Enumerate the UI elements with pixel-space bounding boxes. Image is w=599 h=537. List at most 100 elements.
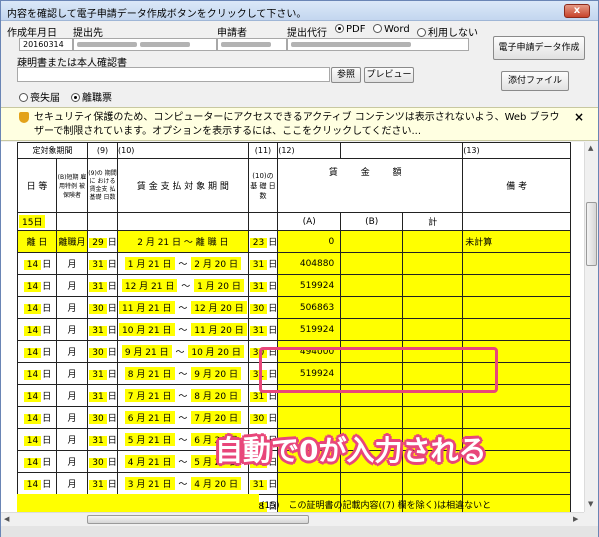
row-day[interactable]: 14	[23, 348, 42, 358]
row-basis-days[interactable]: 31	[89, 480, 107, 490]
row-basis-days[interactable]: 31	[89, 260, 107, 270]
row-days[interactable]: 30	[249, 304, 268, 314]
row-period-to[interactable]: 2 月 20 日	[191, 257, 241, 270]
radio-lost[interactable]: 喪失届	[19, 89, 60, 104]
row-note[interactable]	[462, 472, 572, 495]
destination-field[interactable]	[73, 38, 217, 51]
row-wage-b[interactable]	[340, 406, 404, 429]
row-day[interactable]: 14	[23, 282, 42, 292]
row-period-to[interactable]: 11 月 20 日	[191, 323, 247, 336]
row-period-from[interactable]: 8 月 21 日	[124, 367, 175, 380]
sep-note[interactable]: 未計算	[462, 230, 572, 253]
scroll-right-icon[interactable]: ▶	[573, 515, 578, 523]
row-days[interactable]: 31	[249, 282, 268, 292]
row-period-to[interactable]: 8 月 20 日	[191, 389, 241, 402]
row-note[interactable]	[462, 274, 572, 297]
row-period-from[interactable]: 3 月 21 日	[124, 477, 175, 490]
row-period-from[interactable]: 6 月 21 日	[124, 411, 175, 424]
close-button[interactable]: x	[564, 4, 590, 18]
row-day[interactable]: 14	[23, 304, 42, 314]
row-wage-b[interactable]	[340, 274, 404, 297]
row-period-from[interactable]: 9 月 21 日	[121, 345, 172, 358]
row-day[interactable]: 14	[23, 326, 42, 336]
row-wage-a[interactable]: 519924	[277, 318, 342, 341]
date-field[interactable]: 20160314	[19, 38, 73, 51]
bottom-field[interactable]	[17, 494, 259, 512]
radio-separation[interactable]: 離職票	[71, 89, 112, 104]
row-days[interactable]: 31	[249, 326, 268, 336]
row-wage-b[interactable]	[340, 296, 404, 319]
row-day[interactable]: 14	[23, 414, 42, 424]
sep-basis-days[interactable]: 29	[89, 238, 107, 248]
radio-word[interactable]: Word	[373, 24, 410, 35]
row-wage-total[interactable]	[402, 274, 464, 297]
row-period-from[interactable]: 7 月 21 日	[124, 389, 175, 402]
row-period-from[interactable]: 4 月 21 日	[124, 455, 175, 468]
row-note[interactable]	[462, 406, 572, 429]
row-days[interactable]: 31	[249, 260, 268, 270]
row-day[interactable]: 14	[23, 436, 42, 446]
row-basis-days[interactable]: 31	[89, 370, 107, 380]
browse-button[interactable]: 参照	[331, 67, 361, 83]
proof-document-input[interactable]	[17, 67, 330, 82]
row-period-from[interactable]: 5 月 21 日	[124, 433, 175, 446]
row-basis-days[interactable]: 30	[89, 348, 107, 358]
sep-wage-total[interactable]	[402, 230, 464, 253]
row-wage-a[interactable]: 404880	[277, 252, 342, 275]
sep-days[interactable]: 23	[249, 238, 268, 248]
row-wage-b[interactable]	[340, 318, 404, 341]
row-period-from[interactable]: 12 月 21 日	[121, 279, 178, 292]
row-day[interactable]: 14	[23, 480, 42, 490]
row-period-to[interactable]: 7 月 20 日	[191, 411, 241, 424]
row-period-to[interactable]: 1 月 20 日	[194, 279, 244, 292]
row-period-from[interactable]: 10 月 21 日	[119, 323, 175, 336]
sep-wage-a[interactable]: 0	[277, 230, 342, 253]
row-basis-days[interactable]: 30	[89, 414, 107, 424]
row-note[interactable]	[462, 252, 572, 275]
row-wage-a[interactable]: 519924	[277, 274, 342, 297]
radio-pdf[interactable]: PDF	[335, 24, 365, 35]
row-wage-a[interactable]	[277, 406, 342, 429]
field-15[interactable]: 15日	[19, 215, 46, 228]
row-wage-total[interactable]	[402, 472, 464, 495]
infobar-close-icon[interactable]: ×	[574, 110, 584, 124]
row-wage-total[interactable]	[402, 318, 464, 341]
row-days[interactable]: 31	[249, 480, 268, 490]
scroll-up-icon[interactable]: ▲	[588, 144, 593, 152]
row-period-to[interactable]: 12 月 20 日	[191, 301, 247, 314]
row-basis-days[interactable]: 31	[89, 282, 107, 292]
row-period-to[interactable]: 10 月 20 日	[188, 345, 244, 358]
sep-day[interactable]: 離 日	[17, 230, 57, 253]
preview-button[interactable]: プレビュー	[364, 67, 414, 83]
agent-field[interactable]	[287, 38, 469, 51]
radio-none[interactable]: 利用しない	[417, 24, 478, 39]
row-wage-b[interactable]	[340, 252, 404, 275]
row-note[interactable]	[462, 296, 572, 319]
horizontal-scrollbar[interactable]: ◀ ▶	[1, 512, 584, 526]
row-period-to[interactable]: 9 月 20 日	[191, 367, 241, 380]
scroll-down-icon[interactable]: ▼	[588, 500, 593, 508]
row-day[interactable]: 14	[23, 392, 42, 402]
row-wage-total[interactable]	[402, 296, 464, 319]
horizontal-scroll-thumb[interactable]	[87, 515, 309, 524]
row-days[interactable]: 31	[249, 392, 268, 402]
sep-wage-b[interactable]	[340, 230, 404, 253]
row-day[interactable]: 14	[23, 370, 42, 380]
row-period-from[interactable]: 1 月 21 日	[124, 257, 175, 270]
row-period-to[interactable]: 4 月 20 日	[191, 477, 241, 490]
row-basis-days[interactable]: 30	[89, 458, 107, 468]
row-wage-total[interactable]	[402, 252, 464, 275]
attach-file-button[interactable]: 添付ファイル	[501, 71, 569, 91]
security-infobar[interactable]: セキュリティ保護のため、コンピューターにアクセスできるアクティブ コンテンツは表…	[1, 107, 598, 141]
row-period-from[interactable]: 11 月 21 日	[119, 301, 175, 314]
row-wage-b[interactable]	[340, 472, 404, 495]
row-wage-a[interactable]: 506863	[277, 296, 342, 319]
row-wage-total[interactable]	[402, 406, 464, 429]
row-basis-days[interactable]: 30	[89, 304, 107, 314]
vertical-scrollbar[interactable]: ▲ ▼	[584, 142, 598, 512]
sep-period[interactable]: 2 月 21 日 ～ 離 職 日	[117, 230, 249, 253]
row-basis-days[interactable]: 31	[89, 436, 107, 446]
sep-month[interactable]: 離職月	[56, 230, 88, 253]
row-days[interactable]: 30	[249, 414, 268, 424]
scroll-left-icon[interactable]: ◀	[4, 515, 9, 523]
